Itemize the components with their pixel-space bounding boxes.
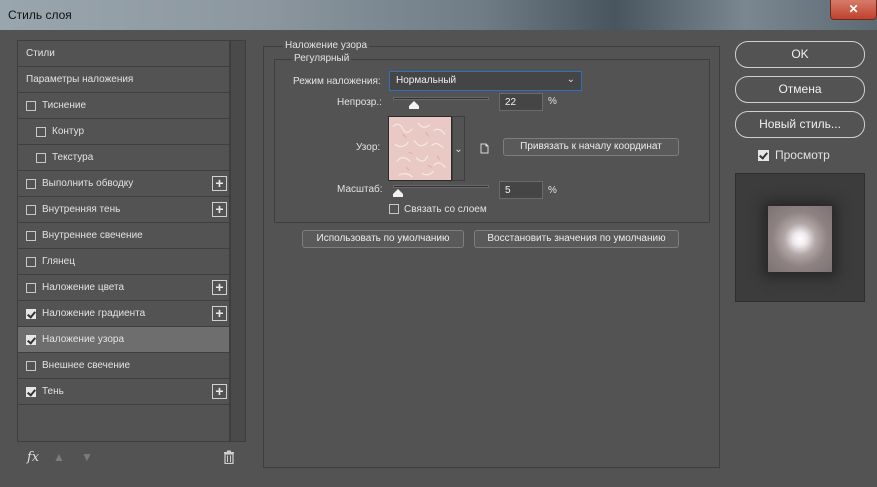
style-item[interactable]: Выполнить обводку + bbox=[18, 171, 229, 197]
style-item-label: Выполнить обводку bbox=[42, 178, 134, 189]
style-item-label: Тиснение bbox=[42, 100, 87, 111]
cancel-button[interactable]: Отмена bbox=[735, 76, 865, 103]
opacity-percent: % bbox=[548, 96, 557, 107]
blend-mode-select[interactable]: Нормальный ⌄ bbox=[389, 71, 582, 91]
link-with-layer-label: Связать со слоем bbox=[404, 204, 487, 215]
style-item-checkbox[interactable] bbox=[26, 283, 36, 293]
style-item-label: Наложение градиента bbox=[42, 308, 146, 319]
styles-list: Стили Параметры наложения Тиснение Контур Те… bbox=[17, 40, 230, 442]
style-preview bbox=[735, 173, 865, 302]
style-item-label: Тень bbox=[42, 386, 64, 397]
title-bar[interactable]: Стиль слоя ✕ bbox=[0, 0, 877, 30]
move-up-icon[interactable]: ▲ bbox=[53, 450, 65, 464]
style-item-checkbox[interactable] bbox=[26, 179, 36, 189]
opacity-label: Непрозр.: bbox=[337, 97, 382, 108]
scale-label: Масштаб: bbox=[337, 184, 383, 195]
style-item-label: Внутренняя тень bbox=[42, 204, 121, 215]
scale-slider[interactable] bbox=[393, 185, 489, 188]
scale-slider-thumb[interactable] bbox=[392, 189, 403, 197]
add-effect-icon[interactable]: + bbox=[212, 280, 227, 295]
opacity-input[interactable]: 22 bbox=[499, 93, 543, 111]
style-item-label: Внутреннее свечение bbox=[42, 230, 143, 241]
style-item-checkbox[interactable] bbox=[26, 205, 36, 215]
style-item[interactable]: Наложение цвета + bbox=[18, 275, 229, 301]
style-item[interactable]: Наложение градиента + bbox=[18, 301, 229, 327]
new-style-button[interactable]: Новый стиль... bbox=[735, 111, 865, 138]
style-item[interactable]: Внешнее свечение bbox=[18, 353, 229, 379]
fx-button[interactable]: fx bbox=[27, 450, 39, 465]
style-item[interactable]: Наложение узора bbox=[18, 327, 229, 353]
style-item-checkbox[interactable] bbox=[26, 257, 36, 267]
opacity-slider-thumb[interactable] bbox=[409, 101, 420, 109]
styles-panel: Стили Параметры наложения Тиснение Контур Те… bbox=[17, 40, 247, 442]
preview-label: Просмотр bbox=[775, 148, 830, 162]
pattern-picker-button[interactable]: ⌄ bbox=[452, 116, 465, 181]
add-effect-icon[interactable]: + bbox=[212, 306, 227, 321]
style-item-checkbox[interactable] bbox=[26, 231, 36, 241]
regular-group-title: Регулярный bbox=[292, 53, 352, 64]
style-item-checkbox[interactable] bbox=[26, 309, 36, 319]
opacity-slider[interactable] bbox=[393, 97, 489, 100]
close-button[interactable]: ✕ bbox=[830, 0, 877, 20]
ok-button[interactable]: OK bbox=[735, 41, 865, 68]
style-item-checkbox[interactable] bbox=[36, 127, 46, 137]
layer-style-dialog: Стили Параметры наложения Тиснение Контур Те… bbox=[0, 30, 877, 487]
style-item[interactable]: Контур bbox=[18, 119, 229, 145]
style-item-label: Наложение узора bbox=[42, 334, 125, 345]
pattern-overlay-title: Наложение узора bbox=[283, 40, 370, 51]
style-item[interactable]: Параметры наложения bbox=[18, 67, 229, 93]
make-default-button[interactable]: Использовать по умолчанию bbox=[302, 230, 464, 248]
style-item-label: Параметры наложения bbox=[26, 74, 134, 85]
style-item-checkbox[interactable] bbox=[36, 153, 46, 163]
blend-mode-label: Режим наложения: bbox=[293, 76, 381, 87]
styles-toolbar: fx ▲ ▼ bbox=[17, 448, 247, 468]
style-item[interactable]: Внутренняя тень + bbox=[18, 197, 229, 223]
add-effect-icon[interactable]: + bbox=[212, 202, 227, 217]
preview-checkbox[interactable] bbox=[758, 150, 769, 161]
link-with-layer-checkbox[interactable] bbox=[389, 204, 399, 214]
style-item-checkbox[interactable] bbox=[26, 387, 36, 397]
style-item[interactable]: Текстура bbox=[18, 145, 229, 171]
reset-to-default-button[interactable]: Восстановить значения по умолчанию bbox=[474, 230, 679, 248]
style-item-label: Внешнее свечение bbox=[42, 360, 131, 371]
blend-mode-value: Нормальный bbox=[396, 75, 457, 86]
style-item-checkbox[interactable] bbox=[26, 101, 36, 111]
move-down-icon[interactable]: ▼ bbox=[81, 450, 93, 464]
snap-to-origin-button[interactable]: Привязать к началу координат bbox=[503, 138, 679, 156]
style-item-label: Наложение цвета bbox=[42, 282, 125, 293]
scale-input[interactable]: 5 bbox=[499, 181, 543, 199]
style-item[interactable]: Тиснение bbox=[18, 93, 229, 119]
styles-list-scrollbar[interactable] bbox=[230, 40, 246, 442]
style-item[interactable]: Стили bbox=[18, 41, 229, 67]
preview-swatch bbox=[768, 206, 832, 272]
style-item-checkbox[interactable] bbox=[26, 335, 36, 345]
chevron-down-icon: ⌄ bbox=[566, 74, 575, 85]
pattern-label: Узор: bbox=[356, 142, 381, 153]
style-item-label: Контур bbox=[52, 126, 85, 137]
trash-icon[interactable] bbox=[223, 450, 235, 464]
style-item[interactable]: Глянец bbox=[18, 249, 229, 275]
style-item-label: Глянец bbox=[42, 256, 75, 267]
add-effect-icon[interactable]: + bbox=[212, 176, 227, 191]
new-preset-icon[interactable] bbox=[479, 143, 490, 154]
style-item-label: Текстура bbox=[52, 152, 94, 163]
style-item[interactable]: Внутреннее свечение bbox=[18, 223, 229, 249]
style-item[interactable]: Тень + bbox=[18, 379, 229, 405]
pattern-swatch[interactable] bbox=[388, 116, 452, 181]
window-title: Стиль слоя bbox=[8, 8, 72, 22]
add-effect-icon[interactable]: + bbox=[212, 384, 227, 399]
style-item-checkbox[interactable] bbox=[26, 361, 36, 371]
style-item-label: Стили bbox=[26, 48, 55, 59]
scale-percent: % bbox=[548, 185, 557, 196]
